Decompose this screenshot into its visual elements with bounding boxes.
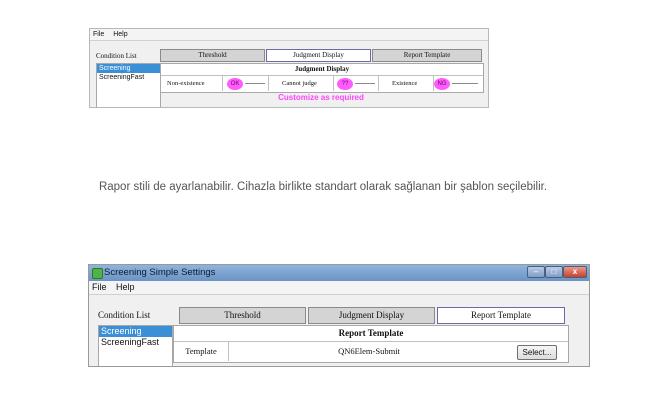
panel-title: Report Template bbox=[338, 328, 404, 338]
menu-file[interactable]: File bbox=[92, 282, 107, 292]
tab-threshold[interactable]: Threshold bbox=[179, 307, 306, 324]
tab-report-template[interactable]: Report Template bbox=[372, 49, 482, 62]
condition-list: Screening ScreeningFast bbox=[98, 325, 173, 366]
menu-file[interactable]: File bbox=[93, 31, 104, 38]
template-label: Template bbox=[174, 342, 229, 361]
menu-help[interactable]: Help bbox=[113, 31, 127, 38]
list-item-screeningfast[interactable]: ScreeningFast bbox=[97, 73, 160, 82]
maximize-button[interactable]: □ bbox=[545, 266, 563, 278]
panel-title: Judgment Display bbox=[294, 65, 350, 73]
ng-field-line bbox=[452, 83, 478, 84]
ok-field-line bbox=[245, 83, 265, 84]
menu-bar: File Help bbox=[90, 29, 488, 41]
condition-list: Screening ScreeningFast bbox=[96, 63, 161, 107]
menu-help[interactable]: Help bbox=[116, 282, 135, 292]
condition-list-label: Condition List bbox=[98, 310, 151, 320]
template-value: QN6Elem-Submit bbox=[338, 346, 400, 356]
window-title: Screening Simple Settings bbox=[104, 267, 216, 278]
tab-threshold[interactable]: Threshold bbox=[160, 49, 265, 62]
cell-non-existence-label: Non-existence bbox=[161, 76, 223, 91]
close-button[interactable]: x bbox=[563, 266, 587, 278]
app-icon bbox=[92, 268, 103, 279]
cell-existence-label: Existence bbox=[386, 76, 434, 91]
window-titlebar: Screening Simple Settings – □ x bbox=[89, 265, 589, 281]
judgment-display-screenshot: File Help Condition List Threshold Judgm… bbox=[89, 28, 489, 108]
judgment-display-panel: Judgment Display Non-existence OK Cannot… bbox=[160, 63, 484, 93]
unknown-field-line bbox=[355, 83, 375, 84]
tab-report-template[interactable]: Report Template bbox=[437, 307, 565, 324]
unknown-marker[interactable]: ?? bbox=[337, 78, 353, 90]
caption-text: Rapor stili de ayarlanabilir. Cihazla bi… bbox=[98, 181, 548, 193]
ok-marker[interactable]: OK bbox=[227, 78, 243, 90]
customize-annotation: Customize as required bbox=[278, 93, 364, 102]
report-template-screenshot: Screening Simple Settings – □ x File Hel… bbox=[88, 264, 590, 367]
menu-bar: File Help bbox=[89, 281, 589, 295]
ng-marker[interactable]: NG bbox=[434, 78, 450, 90]
list-item-screening[interactable]: Screening bbox=[97, 64, 160, 73]
cell-cannot-judge-label: Cannot judge bbox=[276, 76, 334, 91]
select-button[interactable]: Select... bbox=[517, 345, 557, 360]
condition-list-label: Condition List bbox=[96, 52, 137, 60]
tab-judgment-display[interactable]: Judgment Display bbox=[308, 307, 435, 324]
report-template-panel: Report Template Template QN6Elem-Submit … bbox=[173, 325, 569, 363]
tab-judgment-display[interactable]: Judgment Display bbox=[266, 49, 371, 62]
list-item-screeningfast[interactable]: ScreeningFast bbox=[99, 337, 172, 348]
list-item-screening[interactable]: Screening bbox=[99, 326, 172, 337]
minimize-button[interactable]: – bbox=[527, 266, 545, 278]
